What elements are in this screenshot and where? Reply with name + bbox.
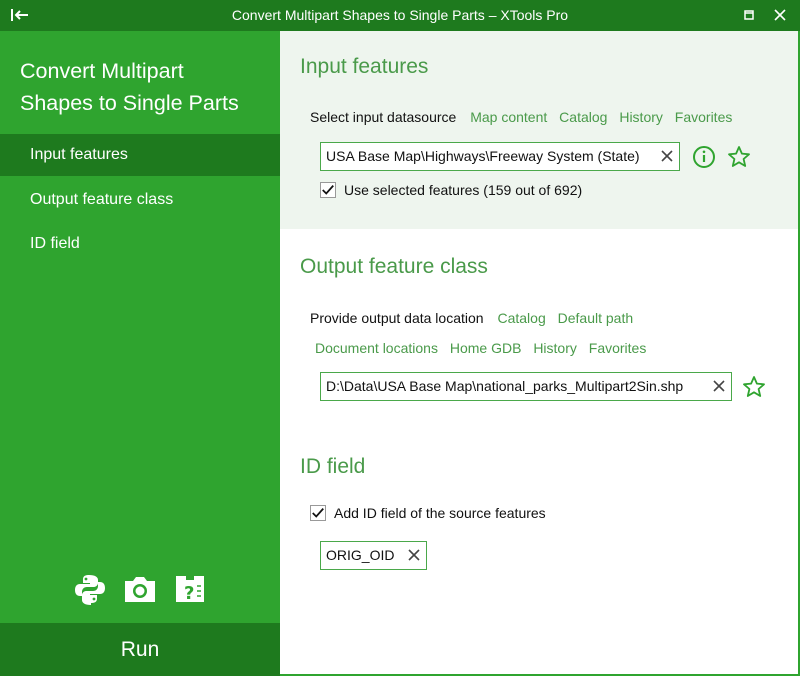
run-button[interactable]: Run: [0, 623, 280, 676]
tool-title: Convert Multipart Shapes to Single Parts: [20, 55, 270, 119]
sidebar-item-id-field[interactable]: ID field: [0, 223, 280, 265]
camera-icon[interactable]: [123, 572, 157, 606]
clear-icon[interactable]: [712, 379, 726, 393]
input-datasource-field[interactable]: USA Base Map\Highways\Freeway System (St…: [320, 142, 680, 171]
title-bar: Convert Multipart Shapes to Single Parts…: [0, 0, 800, 31]
catalog-link[interactable]: Catalog: [559, 109, 607, 125]
output-feature-class-heading: Output feature class: [300, 255, 488, 278]
sidebar-item-output-feature-class[interactable]: Output feature class: [0, 179, 280, 221]
checkmark-icon: [322, 185, 334, 195]
map-content-link[interactable]: Map content: [470, 109, 547, 125]
favorite-star-icon[interactable]: [742, 375, 766, 399]
input-features-heading: Input features: [300, 55, 429, 78]
info-icon[interactable]: [692, 145, 716, 169]
close-icon[interactable]: [771, 6, 789, 24]
catalog-link[interactable]: Catalog: [497, 310, 545, 326]
add-id-field-label: Add ID field of the source features: [334, 505, 546, 521]
input-datasource-value: USA Base Map\Highways\Freeway System (St…: [326, 148, 640, 164]
document-locations-link[interactable]: Document locations: [315, 340, 438, 356]
default-path-link[interactable]: Default path: [558, 310, 634, 326]
input-datasource-row: Select input datasource Map content Cata…: [310, 109, 736, 125]
input-features-section: Input features Select input datasource M…: [280, 31, 798, 229]
add-id-field-checkbox[interactable]: [310, 505, 326, 521]
id-field-name-field[interactable]: ORIG_OID: [320, 541, 427, 570]
clear-icon[interactable]: [660, 149, 674, 163]
sidebar: Convert Multipart Shapes to Single Parts…: [0, 31, 280, 676]
output-path-value: D:\Data\USA Base Map\national_parks_Mult…: [326, 378, 684, 394]
clear-icon[interactable]: [407, 548, 421, 562]
history-link[interactable]: History: [533, 340, 577, 356]
window-title: Convert Multipart Shapes to Single Parts…: [231, 7, 569, 23]
favorite-star-icon[interactable]: [727, 145, 751, 169]
id-field-heading: ID field: [300, 455, 366, 478]
provide-output-location-label: Provide output data location: [310, 310, 484, 326]
use-selected-label: Use selected features (159 out of 692): [344, 182, 583, 198]
tool-title-line-1: Convert Multipart: [20, 59, 184, 83]
history-link[interactable]: History: [619, 109, 663, 125]
sidebar-item-input-features[interactable]: Input features: [0, 134, 280, 176]
help-icon[interactable]: ?: [173, 572, 207, 606]
svg-text:?: ?: [184, 583, 194, 604]
id-field-name-value: ORIG_OID: [326, 547, 395, 563]
output-path-field[interactable]: D:\Data\USA Base Map\national_parks_Mult…: [320, 372, 732, 401]
output-location-row: Provide output data location Catalog Def…: [310, 310, 637, 326]
favorites-link[interactable]: Favorites: [675, 109, 733, 125]
select-input-datasource-label: Select input datasource: [310, 109, 457, 125]
use-selected-checkbox[interactable]: [320, 182, 336, 198]
main-panel: Input features Select input datasource M…: [280, 31, 800, 676]
favorites-link[interactable]: Favorites: [589, 340, 647, 356]
home-gdb-link[interactable]: Home GDB: [450, 340, 522, 356]
output-links-row: Document locations Home GDB History Favo…: [311, 340, 650, 356]
checkmark-icon: [312, 508, 324, 518]
python-icon[interactable]: [73, 572, 107, 606]
tool-title-line-2: Shapes to Single Parts: [20, 91, 239, 115]
maximize-icon[interactable]: [740, 6, 758, 24]
